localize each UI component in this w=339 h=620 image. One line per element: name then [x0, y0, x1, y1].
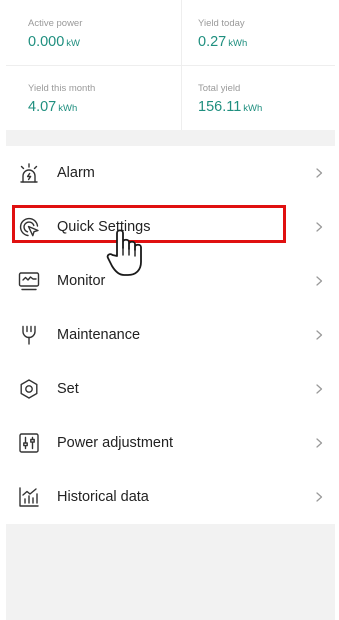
- power-adjustment-icon: [17, 431, 41, 455]
- stat-value: 156.11 kWh: [198, 99, 263, 115]
- menu-item-set[interactable]: Set: [6, 362, 335, 416]
- stat-yield-this-month: Yield this month 4.07 kWh: [28, 83, 178, 118]
- chevron-right-icon: [316, 168, 323, 178]
- stat-value: 0.27 kWh: [198, 34, 248, 50]
- menu-item-maintenance[interactable]: Maintenance: [6, 308, 335, 362]
- stat-unit: kW: [66, 38, 81, 49]
- stat-label: Total yield: [198, 83, 241, 94]
- menu-item-label: Quick Settings: [57, 219, 151, 235]
- chevron-right-icon: [316, 222, 323, 232]
- chevron-right-icon: [316, 276, 323, 286]
- stat-active-power: Active power 0.000 kW: [28, 18, 178, 53]
- menu-item-label: Power adjustment: [57, 435, 174, 451]
- quick-settings-icon: [17, 215, 41, 239]
- chevron-right-icon: [316, 438, 323, 448]
- maintenance-icon: [17, 323, 41, 347]
- settings-icon: [17, 377, 41, 401]
- stat-label: Yield today: [198, 18, 245, 29]
- menu-list: Alarm Quick Settings Monitor Maintenance…: [6, 146, 335, 524]
- stat-label: Yield this month: [28, 83, 96, 94]
- stat-unit: kWh: [243, 103, 263, 114]
- menu-item-alarm[interactable]: Alarm: [6, 146, 335, 200]
- alarm-icon: [17, 161, 41, 185]
- chevron-right-icon: [316, 384, 323, 394]
- stat-label: Active power: [28, 18, 83, 29]
- historical-data-icon: [17, 485, 41, 509]
- monitor-icon: [17, 269, 41, 293]
- menu-item-label: Historical data: [57, 489, 149, 505]
- menu-item-quick-settings[interactable]: Quick Settings: [6, 200, 335, 254]
- menu-item-label: Set: [57, 381, 79, 397]
- stat-value: 4.07 kWh: [28, 99, 78, 115]
- stat-total-yield: Total yield 156.11 kWh: [198, 83, 339, 118]
- stat-value: 0.000 kW: [28, 34, 81, 50]
- stat-yield-today: Yield today 0.27 kWh: [198, 18, 339, 53]
- menu-item-label: Monitor: [57, 273, 106, 289]
- menu-item-label: Alarm: [57, 165, 95, 181]
- chevron-right-icon: [316, 330, 323, 340]
- menu-item-historical-data[interactable]: Historical data: [6, 470, 335, 524]
- stat-unit: kWh: [58, 103, 78, 114]
- chevron-right-icon: [316, 492, 323, 502]
- menu-item-power-adjustment[interactable]: Power adjustment: [6, 416, 335, 470]
- menu-item-monitor[interactable]: Monitor: [6, 254, 335, 308]
- menu-item-label: Maintenance: [57, 327, 141, 343]
- stats-horizontal-divider: [6, 65, 335, 66]
- stat-unit: kWh: [228, 38, 248, 49]
